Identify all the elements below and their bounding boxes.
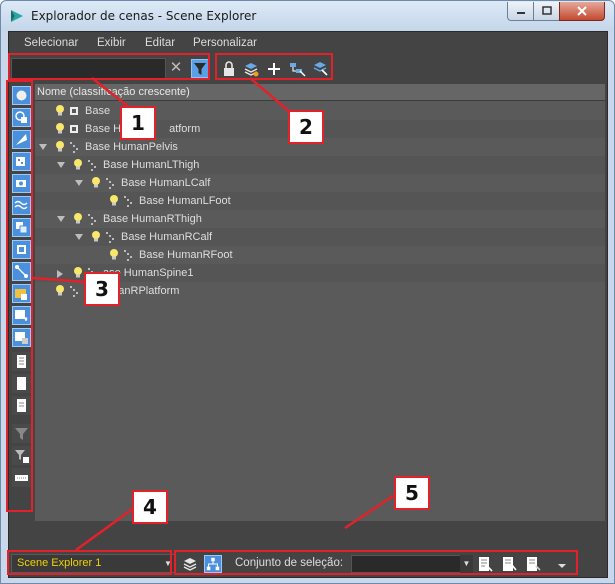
visibility-lightbulb-icon[interactable] bbox=[91, 230, 101, 243]
visibility-lightbulb-icon[interactable] bbox=[55, 104, 65, 117]
minimize-icon bbox=[516, 12, 525, 14]
tree-row[interactable]: Base HumanRCalf bbox=[35, 228, 605, 246]
biped-bone-icon bbox=[88, 160, 96, 171]
visibility-lightbulb-icon[interactable] bbox=[73, 266, 83, 279]
visibility-lightbulb-icon[interactable] bbox=[91, 176, 101, 189]
minimize-button[interactable] bbox=[507, 2, 534, 21]
tree-row-label: Base HumanRCalf bbox=[121, 231, 213, 243]
visibility-lightbulb-icon[interactable] bbox=[55, 140, 65, 153]
visibility-lightbulb-icon[interactable] bbox=[55, 284, 65, 297]
annotation-box-5 bbox=[174, 550, 578, 575]
chevron-down-icon[interactable] bbox=[75, 234, 83, 240]
menu-exibir[interactable]: Exibir bbox=[97, 37, 126, 49]
column-header-name[interactable]: Nome (classificação crescente) bbox=[35, 84, 605, 101]
annotation-box-2 bbox=[215, 53, 333, 80]
biped-bone-icon bbox=[106, 232, 114, 243]
maximize-button[interactable] bbox=[533, 2, 560, 21]
visibility-lightbulb-icon[interactable] bbox=[109, 248, 119, 261]
menu-editar[interactable]: Editar bbox=[145, 37, 175, 49]
tree-row[interactable]: ase HumanSpine1 bbox=[35, 264, 605, 282]
tree-row-label: Base HumanRThigh bbox=[103, 213, 202, 225]
biped-bone-icon bbox=[88, 214, 96, 225]
menu-bar: Selecionar Exibir Editar Personalizar bbox=[9, 32, 607, 54]
tree-row-label: Base HumanLFoot bbox=[139, 195, 231, 207]
annotation-box-4 bbox=[7, 550, 172, 575]
biped-bone-icon bbox=[106, 178, 114, 189]
tree-row[interactable]: Base HumanLFoot bbox=[35, 192, 605, 210]
annotation-box-1 bbox=[8, 53, 210, 80]
tree-row-label: Base bbox=[85, 105, 111, 117]
tree-row-label: Base HumanRFoot bbox=[139, 249, 233, 261]
tree-row[interactable]: Base HumanLThigh bbox=[35, 156, 605, 174]
chevron-down-icon[interactable] bbox=[75, 180, 83, 186]
biped-bone-icon bbox=[70, 286, 78, 297]
chevron-down-icon[interactable] bbox=[57, 216, 65, 222]
close-button[interactable] bbox=[559, 2, 605, 21]
window-title: Explorador de cenas - Scene Explorer bbox=[31, 9, 257, 23]
close-icon bbox=[577, 6, 587, 16]
tree-row[interactable]: umanRPlatform bbox=[35, 282, 605, 300]
chevron-down-icon[interactable] bbox=[57, 162, 65, 168]
chevron-down-icon[interactable] bbox=[39, 144, 47, 150]
tree-row-label: Base HumanLThigh bbox=[103, 159, 200, 171]
maximize-icon bbox=[541, 6, 552, 15]
tree-row[interactable]: Base HumanRFoot bbox=[35, 246, 605, 264]
tree-row-label-end: atform bbox=[169, 123, 201, 135]
annotation-callout-5: 5 bbox=[394, 476, 430, 510]
tree-row[interactable]: Base HumanRThigh bbox=[35, 210, 605, 228]
tree-row[interactable]: Base HumanLCalf bbox=[35, 174, 605, 192]
tree-row-label: Base HumanLCalf bbox=[121, 177, 211, 189]
chevron-right-icon[interactable] bbox=[57, 270, 63, 278]
visibility-lightbulb-icon[interactable] bbox=[55, 122, 65, 135]
biped-bone-icon bbox=[124, 196, 132, 207]
title-bar[interactable]: Explorador de cenas - Scene Explorer bbox=[1, 1, 614, 31]
visibility-lightbulb-icon[interactable] bbox=[109, 194, 119, 207]
menu-personalizar[interactable]: Personalizar bbox=[193, 37, 257, 49]
menu-selecionar[interactable]: Selecionar bbox=[24, 37, 78, 49]
annotation-callout-4: 4 bbox=[132, 490, 168, 524]
scene-tree[interactable]: Nome (classificação crescente) Base Base … bbox=[35, 84, 605, 521]
annotation-callout-2: 2 bbox=[288, 110, 324, 144]
biped-bone-icon bbox=[124, 250, 132, 261]
annotation-callout-1: 1 bbox=[120, 106, 156, 140]
3dsmax-app-icon bbox=[11, 10, 23, 22]
object-geometry-icon bbox=[70, 125, 78, 133]
annotation-box-3 bbox=[6, 80, 33, 512]
visibility-lightbulb-icon[interactable] bbox=[73, 212, 83, 225]
object-geometry-icon bbox=[70, 107, 78, 115]
visibility-lightbulb-icon[interactable] bbox=[73, 158, 83, 171]
biped-bone-icon bbox=[70, 142, 78, 153]
tree-row-label: Base HumanPelvis bbox=[85, 141, 178, 153]
annotation-callout-3: 3 bbox=[84, 272, 120, 306]
tree-row-label-start: Base H bbox=[85, 123, 122, 135]
